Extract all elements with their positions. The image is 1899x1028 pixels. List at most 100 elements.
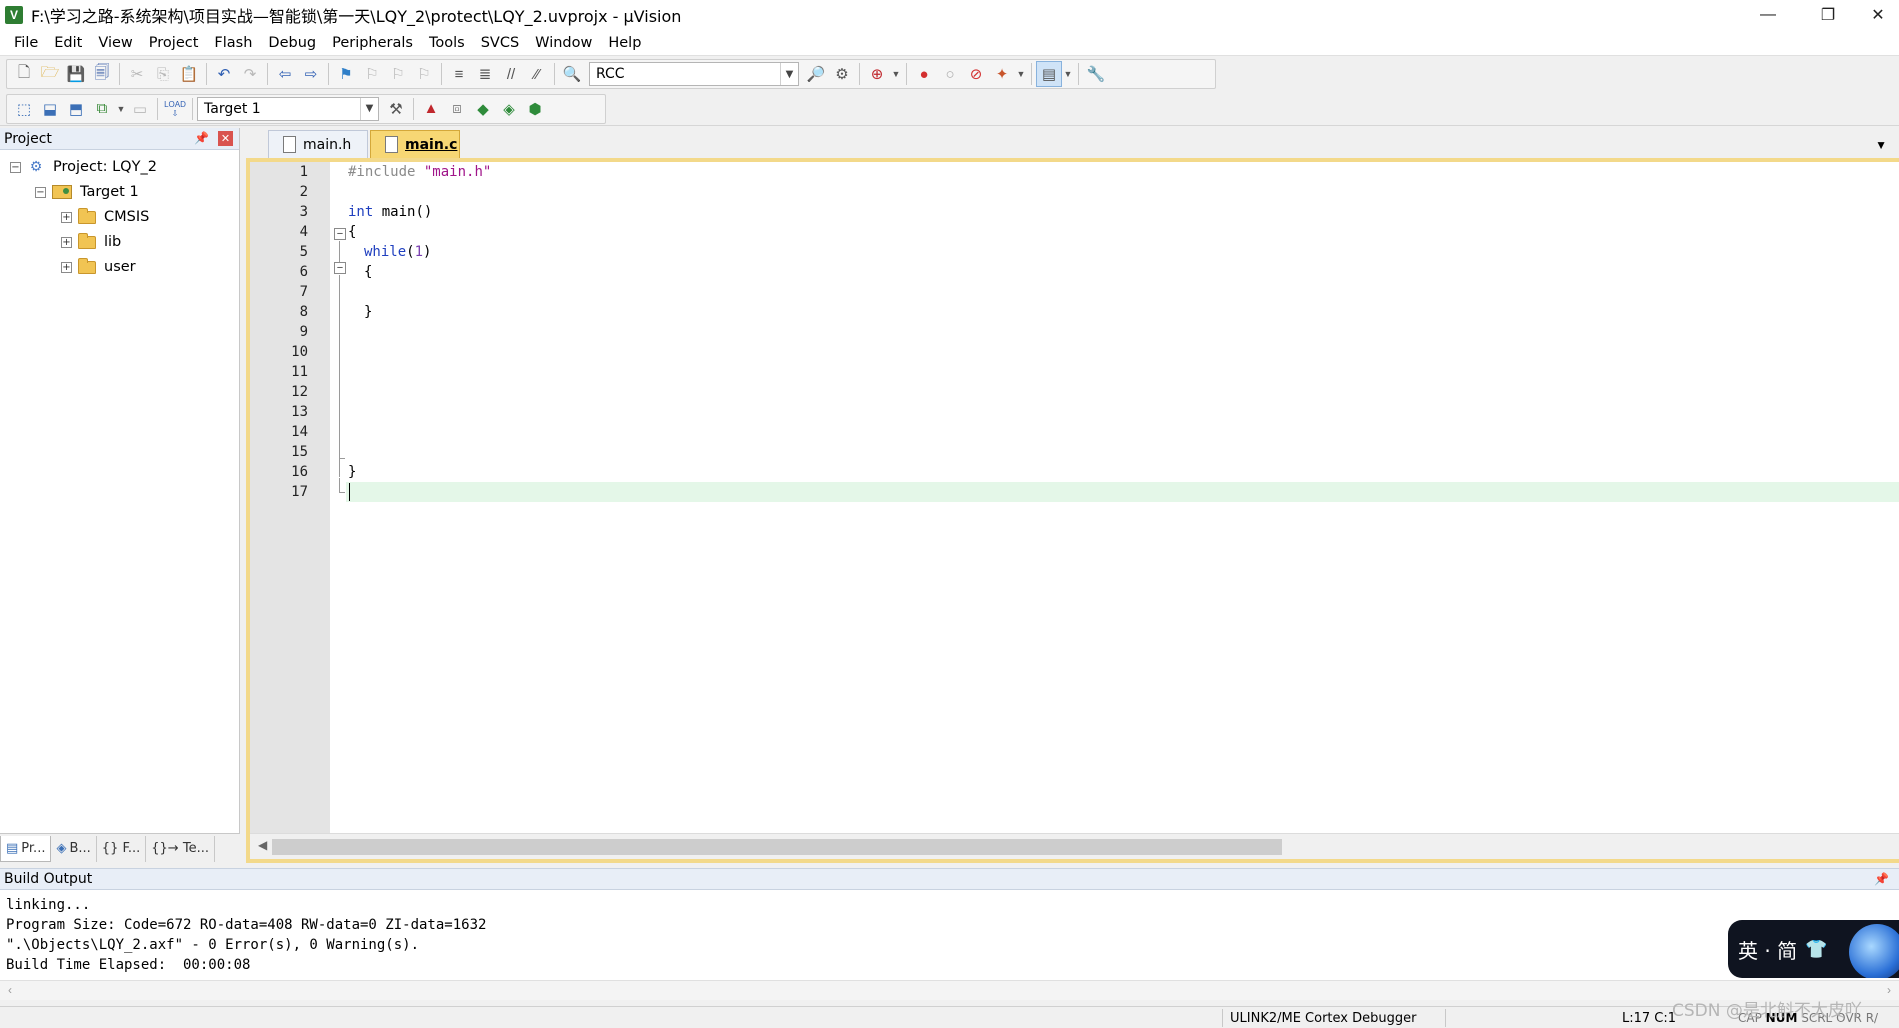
chevron-down-icon[interactable]: ▼ [1015, 61, 1027, 87]
bookmark-toggle-icon[interactable]: ⚑ [333, 61, 359, 87]
target-select-value: Target 1 [204, 100, 261, 117]
scroll-left-icon[interactable]: ‹ [8, 983, 12, 997]
translate-icon[interactable]: ⬚ [11, 96, 37, 122]
tab-main-h[interactable]: main.h [268, 130, 368, 158]
uncomment-icon[interactable]: ⁄⁄ [524, 61, 550, 87]
chevron-down-icon[interactable]: ▼ [780, 63, 798, 85]
menu-flash[interactable]: Flash [206, 35, 260, 51]
scroll-left-icon[interactable]: ◀ [258, 838, 267, 852]
run-time-environment-icon[interactable]: ⬢ [522, 96, 548, 122]
toolbar-separator [192, 97, 193, 120]
expand-icon[interactable]: + [61, 211, 72, 223]
chevron-down-icon[interactable]: ▼ [360, 97, 378, 120]
tab-project[interactable]: ▤ Pr... [0, 835, 52, 862]
menu-peripherals[interactable]: Peripherals [324, 35, 421, 51]
window-layout-icon[interactable]: ▤ [1036, 61, 1062, 87]
collapse-icon[interactable]: − [35, 186, 46, 198]
navigate-forward-icon[interactable]: ⇨ [298, 61, 324, 87]
bookmark-clear-icon[interactable]: ⚐ [411, 61, 437, 87]
code-editor[interactable]: 1 2 3 4 5 6 7 8 9 10 11 12 13 14 15 16 1… [246, 158, 1899, 863]
bookmark-next-icon[interactable]: ⚐ [385, 61, 411, 87]
scroll-right-icon[interactable]: › [1887, 983, 1891, 997]
batch-build-icon[interactable]: ⧉ [89, 96, 115, 122]
close-window-button[interactable]: ✕ [1850, 0, 1899, 30]
find-in-files-icon[interactable]: 🔍 [559, 61, 585, 87]
collapse-icon[interactable]: − [10, 161, 21, 173]
undo-icon[interactable]: ↶ [211, 61, 237, 87]
bookmark-prev-icon[interactable]: ⚐ [359, 61, 385, 87]
menu-tools[interactable]: Tools [421, 35, 473, 51]
menu-help[interactable]: Help [600, 35, 649, 51]
menu-edit[interactable]: Edit [46, 35, 90, 51]
build-output-horizontal-scrollbar[interactable]: ‹ › [0, 980, 1899, 1000]
minimize-button[interactable]: — [1740, 0, 1796, 30]
expand-icon[interactable]: + [61, 236, 72, 248]
build-output-panel[interactable]: linking... Program Size: Code=672 RO-dat… [0, 890, 1899, 1000]
tree-group-user[interactable]: + user [61, 255, 136, 279]
tab-templates[interactable]: {}→ Te... [146, 835, 215, 862]
stop-build-icon[interactable]: ▭ [127, 96, 153, 122]
chevron-down-icon[interactable]: ▼ [115, 96, 127, 122]
expand-icon[interactable]: + [61, 261, 72, 273]
copy-icon[interactable]: ⎘ [150, 61, 176, 87]
pin-icon[interactable]: 📌 [1874, 872, 1889, 886]
open-file-icon[interactable]: 🗁 [37, 61, 63, 87]
pin-icon[interactable]: 📌 [194, 131, 209, 145]
tree-group-lib[interactable]: + lib [61, 230, 121, 254]
save-all-icon[interactable]: 🗐 [89, 61, 115, 87]
shirt-icon[interactable]: 👕 [1805, 939, 1827, 960]
menu-debug[interactable]: Debug [260, 35, 324, 51]
line-number: 8 [299, 304, 308, 320]
fold-collapse-icon[interactable]: − [334, 228, 346, 240]
paste-icon[interactable]: 📋 [176, 61, 202, 87]
rebuild-icon[interactable]: ⬒ [63, 96, 89, 122]
tab-books[interactable]: ◈ B... [51, 835, 97, 862]
pack-installer-icon[interactable]: ◈ [496, 96, 522, 122]
tree-target[interactable]: − Target 1 [35, 180, 139, 204]
insert-breakpoint-icon[interactable]: ● [911, 61, 937, 87]
menu-view[interactable]: View [90, 35, 140, 51]
unindent-icon[interactable]: ≣ [472, 61, 498, 87]
indent-icon[interactable]: ≡ [446, 61, 472, 87]
comment-icon[interactable]: // [498, 61, 524, 87]
target-select[interactable]: Target 1 ▼ [197, 96, 379, 121]
find-combo[interactable]: RCC ▼ [589, 62, 799, 86]
disable-breakpoint-icon[interactable]: ○ [937, 61, 963, 87]
build-icon[interactable]: ⬓ [37, 96, 63, 122]
configuration-wrench-icon[interactable]: 🔧 [1083, 61, 1109, 87]
tree-project-root[interactable]: − ⚙ Project: LQY_2 [10, 155, 157, 179]
debug-session-icon[interactable]: ⊕ [864, 61, 890, 87]
download-load-icon[interactable]: LOAD ⇩ [162, 96, 188, 122]
select-packs-icon[interactable]: ◆ [470, 96, 496, 122]
cut-icon[interactable]: ✂ [124, 61, 150, 87]
restore-button[interactable]: ❐ [1800, 0, 1856, 30]
chevron-down-icon[interactable]: ▼ [890, 61, 902, 87]
tab-functions[interactable]: {} F... [97, 835, 147, 862]
tab-main-c[interactable]: main.c [370, 130, 460, 158]
ime-mode-label[interactable]: 英 · 简 [1738, 935, 1797, 964]
menu-window[interactable]: Window [527, 35, 600, 51]
disable-all-breakpoints-icon[interactable]: ⊘ [963, 61, 989, 87]
new-file-icon[interactable]: 🗋 [11, 61, 37, 87]
save-icon[interactable]: 💾 [63, 61, 89, 87]
kill-all-breakpoints-icon[interactable]: ✦ [989, 61, 1015, 87]
redo-icon[interactable]: ↷ [237, 61, 263, 87]
menu-svcs[interactable]: SVCS [473, 35, 527, 51]
navigate-back-icon[interactable]: ⇦ [272, 61, 298, 87]
chevron-down-icon[interactable]: ▼ [1062, 61, 1074, 87]
ime-toolbar[interactable]: 英 · 简 👕 [1728, 920, 1899, 978]
tabs-dropdown-icon[interactable]: ▼ [1875, 138, 1887, 152]
target-options-icon[interactable]: ⚒ [383, 96, 409, 122]
file-extensions-icon[interactable]: ▲ [418, 96, 444, 122]
fold-collapse-icon[interactable]: − [334, 262, 346, 274]
menu-project[interactable]: Project [141, 35, 207, 51]
close-icon[interactable]: ✕ [218, 131, 233, 146]
editor-horizontal-scrollbar[interactable]: ◀ [250, 833, 1899, 859]
configure-icon[interactable]: ⚙ [829, 61, 855, 87]
scrollbar-thumb[interactable] [272, 839, 1282, 855]
manage-components-icon[interactable]: ⧈ [444, 96, 470, 122]
project-icon: ⚙ [29, 159, 43, 175]
incremental-find-icon[interactable]: 🔎 [803, 61, 829, 87]
menu-file[interactable]: File [6, 35, 46, 51]
tree-group-cmsis[interactable]: + CMSIS [61, 205, 149, 229]
